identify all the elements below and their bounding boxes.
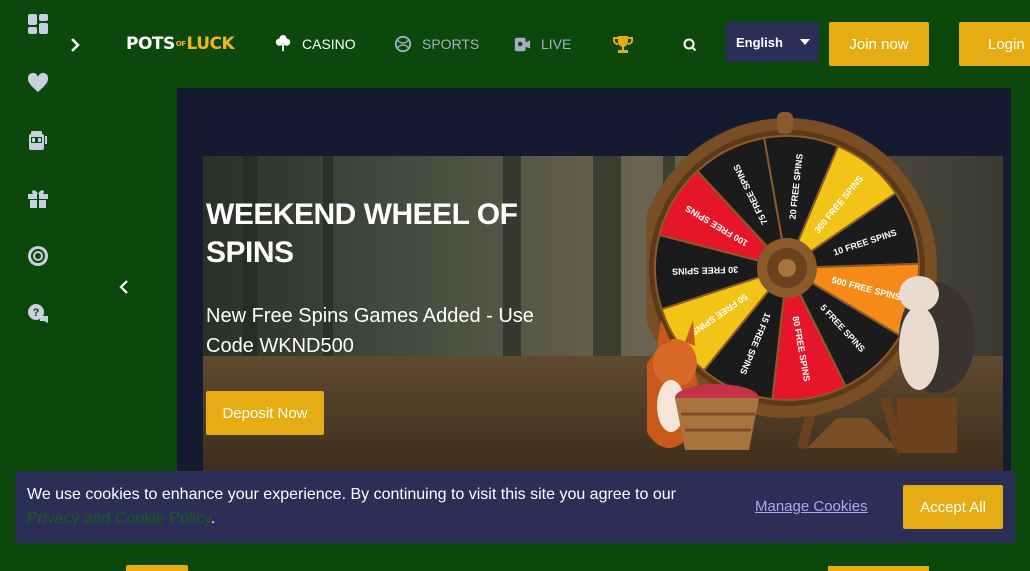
hero-subtitle: New Free Spins Games Added - Use Code WK… [206, 305, 534, 357]
nav-casino[interactable]: CASINO [274, 31, 356, 57]
language-label: English [736, 34, 783, 50]
nav-sports[interactable]: SPORTS [394, 31, 479, 57]
prize-wheel: 20 FREE SPINS 300 FREE SPINS10 FREE SPINS… [647, 112, 975, 453]
hero-banner: WEEKEND WHEEL OF SPINS New Free Spins Ga… [177, 88, 1011, 488]
ball-icon [394, 35, 412, 53]
deposit-now-button[interactable]: Deposit Now [206, 391, 324, 435]
join-now-button[interactable]: Join now [829, 22, 929, 66]
carousel-prev-icon[interactable] [116, 278, 132, 296]
site-logo[interactable]: POTS OF LUCK [126, 33, 235, 55]
help-chat-icon[interactable]: ? [24, 300, 52, 328]
login-button[interactable]: Login [959, 22, 1030, 66]
section-heading-fragment [126, 565, 188, 571]
nav-casino-label: CASINO [302, 36, 356, 52]
language-select[interactable]: English [726, 22, 819, 62]
hero-title: WEEKEND WHEEL OF SPINS [206, 198, 518, 269]
expand-sidebar-icon[interactable] [64, 34, 86, 56]
hedgehog-mascot [897, 276, 975, 453]
chevron-down-icon [800, 39, 810, 45]
nav-tournaments[interactable] [612, 31, 644, 57]
wheel-slice-label: 30 FREE SPINS [672, 265, 738, 277]
cookie-banner: We use cookies to enhance your experienc… [15, 471, 1015, 543]
slot-machine-icon[interactable] [24, 126, 52, 154]
search-icon[interactable] [680, 35, 700, 55]
logo-part-3: LUCK [186, 34, 235, 54]
accept-all-button[interactable]: Accept All [903, 485, 1003, 529]
cookie-text-after: . [210, 510, 216, 527]
manage-cookies-link[interactable]: Manage Cookies [755, 498, 868, 515]
heart-icon[interactable] [24, 69, 52, 97]
live-dealer-icon [514, 37, 531, 52]
svg-text:?: ? [33, 307, 40, 319]
nav-sports-label: SPORTS [422, 36, 480, 52]
cookie-message: We use cookies to enhance your experienc… [27, 483, 727, 531]
privacy-policy-link[interactable]: Privacy and Cookie Policy [27, 510, 211, 527]
nav-live[interactable]: LIVE [513, 31, 571, 57]
logo-part-1: POTS [126, 34, 175, 54]
nav-live-label: LIVE [541, 36, 572, 52]
logo-part-2: OF [175, 40, 186, 48]
chip-basket [675, 384, 759, 450]
section-button-fragment[interactable] [828, 566, 929, 571]
clover-icon [275, 35, 291, 52]
cookie-text-before: We use cookies to enhance your experienc… [27, 486, 676, 503]
lifebuoy-icon[interactable] [24, 242, 52, 270]
gift-icon[interactable] [24, 184, 52, 212]
trophy-icon [613, 36, 633, 53]
dashboard-icon[interactable] [24, 10, 52, 38]
